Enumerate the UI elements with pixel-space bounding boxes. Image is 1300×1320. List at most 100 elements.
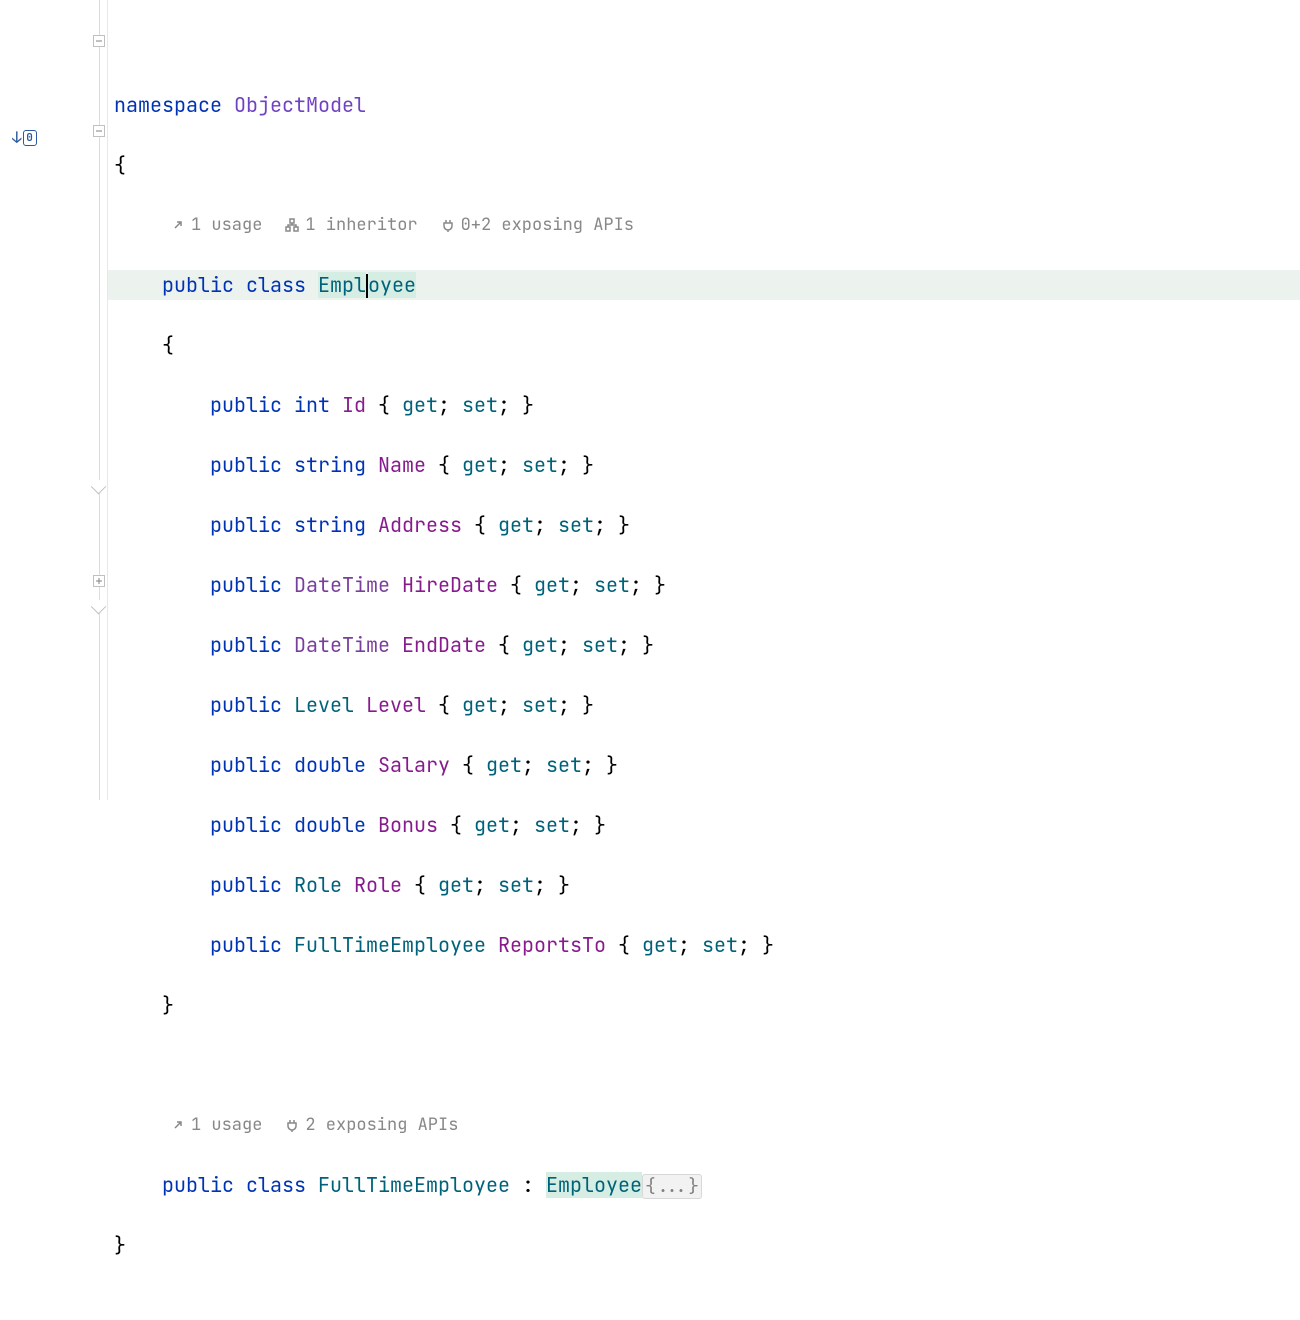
set-accessor: set — [558, 512, 594, 538]
gutter: ↓ 0 — [0, 0, 108, 800]
modifier-keyword: public — [162, 1172, 234, 1198]
prop-name: Role — [354, 872, 402, 898]
class-keyword: class — [246, 1172, 306, 1198]
semicolon: ; — [534, 512, 546, 538]
folded-code-region[interactable]: {...} — [642, 1174, 702, 1199]
get-accessor: get — [522, 632, 558, 658]
prop-type: Level — [294, 692, 354, 718]
prop-type: string — [294, 512, 366, 538]
brace: { — [438, 692, 450, 718]
fold-expand-icon[interactable] — [93, 575, 105, 587]
modifier: public — [210, 812, 282, 838]
brace: { — [438, 452, 450, 478]
empty-line — [114, 1050, 1300, 1080]
inheritor-icon — [284, 217, 300, 233]
property-line: public DateTime EndDate { get; set; } — [114, 630, 1300, 660]
set-accessor: set — [522, 692, 558, 718]
brace: } — [162, 992, 174, 1018]
brace: } — [558, 872, 570, 898]
code-lens-exposing[interactable]: 0+2 exposing APIs — [440, 210, 634, 240]
bookmark-marker[interactable]: ↓ 0 — [12, 123, 37, 153]
semicolon: ; — [534, 872, 546, 898]
prop-type: double — [294, 812, 366, 838]
fold-collapse-icon[interactable] — [93, 125, 105, 137]
brace: { — [474, 512, 486, 538]
modifier: public — [210, 512, 282, 538]
get-accessor: get — [402, 392, 438, 418]
base-class-name: Employee — [546, 1172, 642, 1198]
brace: { — [162, 332, 174, 358]
fold-end-icon[interactable] — [93, 484, 105, 496]
code-lens-usages[interactable]: 1 usage — [170, 1110, 262, 1140]
prop-name: Bonus — [378, 812, 438, 838]
modifier: public — [210, 452, 282, 478]
prop-name: Level — [366, 692, 426, 718]
class-name-part: oyee — [368, 272, 416, 298]
prop-type: DateTime — [294, 632, 390, 658]
prop-name: Address — [378, 512, 462, 538]
brace: { — [414, 872, 426, 898]
fold-collapse-icon[interactable] — [93, 35, 105, 47]
code-lens-exposing[interactable]: 2 exposing APIs — [284, 1110, 458, 1140]
get-accessor: get — [534, 572, 570, 598]
get-accessor: get — [438, 872, 474, 898]
prop-type: string — [294, 452, 366, 478]
brace: } — [618, 512, 630, 538]
class-name: FullTimeEmployee — [318, 1172, 510, 1198]
property-line: public FullTimeEmployee ReportsTo { get;… — [114, 930, 1300, 960]
semicolon: ; — [438, 392, 450, 418]
code-lens-row: 1 usage 2 exposing APIs — [114, 1110, 1300, 1140]
prop-name: EndDate — [402, 632, 486, 658]
semicolon: ; — [582, 752, 594, 778]
usage-icon — [170, 217, 186, 233]
set-accessor: set — [498, 872, 534, 898]
brace: } — [642, 632, 654, 658]
property-line: public Role Role { get; set; } — [114, 870, 1300, 900]
prop-type: Role — [294, 872, 342, 898]
code-line: } — [114, 1230, 1300, 1260]
semicolon: ; — [618, 632, 630, 658]
code-lens-row: 1 usage 1 inheritor 0+2 exposing APIs — [114, 210, 1300, 240]
prop-name: Id — [342, 392, 366, 418]
code-lens-usages[interactable]: 1 usage — [170, 210, 262, 240]
prop-name: Salary — [378, 752, 450, 778]
bookmark-arrow-icon: ↓ — [12, 123, 22, 153]
brace: } — [594, 812, 606, 838]
property-line: public double Salary { get; set; } — [114, 750, 1300, 780]
fold-end-icon[interactable] — [93, 604, 105, 616]
plug-icon — [284, 1117, 300, 1133]
code-lens-inheritors[interactable]: 1 inheritor — [284, 210, 417, 240]
class-name-part: Empl — [318, 272, 366, 298]
semicolon: ; — [594, 512, 606, 538]
brace: { — [510, 572, 522, 598]
modifier: public — [210, 692, 282, 718]
brace: { — [450, 812, 462, 838]
colon: : — [522, 1172, 534, 1198]
fold-column — [93, 0, 107, 800]
brace: { — [498, 632, 510, 658]
prop-type: int — [294, 392, 330, 418]
brace: } — [654, 572, 666, 598]
code-line: { — [114, 150, 1300, 180]
prop-type: DateTime — [294, 572, 390, 598]
semicolon: ; — [474, 872, 486, 898]
bookmark-number: 0 — [23, 130, 37, 146]
code-lens-text: 1 usage — [191, 210, 262, 240]
brace: { — [114, 152, 126, 178]
set-accessor: set — [702, 932, 738, 958]
modifier: public — [210, 392, 282, 418]
property-line: public string Address { get; set; } — [114, 510, 1300, 540]
semicolon: ; — [630, 572, 642, 598]
plug-icon — [440, 217, 456, 233]
get-accessor: get — [642, 932, 678, 958]
modifier: public — [210, 572, 282, 598]
usage-icon — [170, 1117, 186, 1133]
brace: { — [618, 932, 630, 958]
brace: } — [114, 1232, 126, 1258]
brace: } — [762, 932, 774, 958]
semicolon: ; — [558, 632, 570, 658]
code-area[interactable]: namespace ObjectModel { 1 usage1 inherit… — [108, 0, 1300, 800]
get-accessor: get — [462, 692, 498, 718]
code-line: { — [114, 330, 1300, 360]
brace: } — [582, 452, 594, 478]
